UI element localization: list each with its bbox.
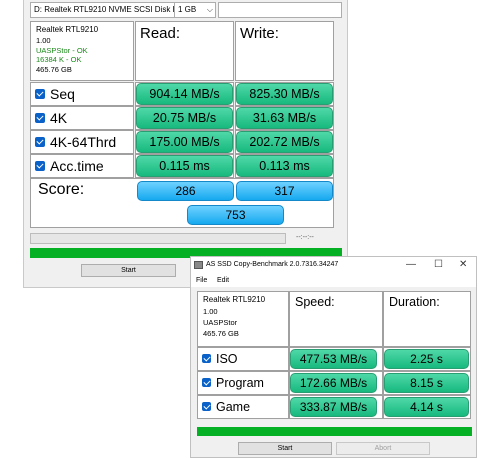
window-title: AS SSD Copy-Benchmark 2.0.7316.34247	[206, 261, 339, 268]
completion-bar	[197, 427, 472, 436]
drive-select-value: D: Realtek RTL9210 NVME SCSI Disk De	[34, 5, 183, 14]
row-acctime-label-cell: Acc.time	[30, 154, 134, 178]
program-duration-value: 8.15 s	[384, 373, 469, 393]
write-header: Write:	[235, 21, 334, 81]
size-select-value: 1 GB	[178, 5, 197, 14]
acctime-checkbox[interactable]	[35, 161, 45, 171]
score-label: Score:	[38, 181, 85, 198]
row-iso-label-cell: ISO	[197, 347, 289, 371]
seq-read-value: 904.14 MB/s	[136, 83, 233, 105]
score-read-value: 286	[137, 181, 234, 201]
menu-bar: File Edit	[191, 275, 476, 287]
drive-version: 1.00	[203, 307, 218, 316]
main-benchmark-window: D: Realtek RTL9210 NVME SCSI Disk De ⌵ 1…	[23, 0, 348, 288]
drive-select[interactable]: D: Realtek RTL9210 NVME SCSI Disk De ⌵	[30, 2, 196, 18]
row-label: Seq	[50, 86, 75, 102]
drive-version: 1.00	[36, 36, 51, 45]
close-icon[interactable]: ✕	[459, 259, 467, 270]
row-label: ISO	[216, 352, 238, 366]
game-duration-value: 4.14 s	[384, 397, 469, 417]
driver-name: UASPStor	[203, 318, 238, 327]
row-4k-label-cell: 4K	[30, 106, 134, 130]
row-program-label-cell: Program	[197, 371, 289, 395]
row-seq-label-cell: Seq	[30, 82, 134, 106]
iso-checkbox[interactable]	[202, 354, 211, 363]
drive-info-panel: Realtek RTL9210 1.00 UASPStor 465.76 GB	[197, 291, 289, 347]
iso-speed-value: 477.53 MB/s	[290, 349, 377, 369]
row-label: Acc.time	[50, 158, 104, 174]
drive-capacity: 465.76 GB	[36, 64, 72, 74]
drive-name: Realtek RTL9210	[203, 295, 266, 304]
score-total-value: 753	[187, 205, 284, 225]
game-checkbox[interactable]	[202, 402, 211, 411]
program-checkbox[interactable]	[202, 378, 211, 387]
duration-header: Duration:	[383, 291, 471, 347]
drive-name: Realtek RTL9210	[36, 25, 99, 34]
alignment-status: 16384 K - OK	[36, 55, 82, 64]
acctime-write-value: 0.113 ms	[236, 155, 333, 177]
elapsed-time: --:--:--	[296, 234, 314, 241]
menu-file[interactable]: File	[196, 277, 207, 284]
blank-input[interactable]	[218, 2, 342, 18]
progress-bar	[30, 233, 286, 244]
read-header: Read:	[135, 21, 234, 81]
row-label: 4K	[50, 110, 68, 126]
4k64-checkbox[interactable]	[35, 137, 45, 147]
4k-read-value: 20.75 MB/s	[136, 107, 233, 129]
drive-info-panel: Realtek RTL9210 1.00 UASPStor - OK 16384…	[30, 21, 134, 81]
row-label: 4K-64Thrd	[50, 134, 117, 150]
row-label: Program	[216, 376, 264, 390]
minimize-icon[interactable]: —	[406, 259, 416, 270]
abort-button[interactable]: Abort	[336, 442, 430, 455]
driver-status: UASPStor - OK	[36, 45, 88, 55]
4k-write-value: 31.63 MB/s	[236, 107, 333, 129]
acctime-read-value: 0.115 ms	[136, 155, 233, 177]
score-write-value: 317	[236, 181, 333, 201]
copy-benchmark-window: AS SSD Copy-Benchmark 2.0.7316.34247 — ☐…	[190, 256, 477, 458]
start-button[interactable]: Start	[81, 264, 176, 277]
maximize-icon[interactable]: ☐	[434, 259, 443, 270]
row-label: Game	[216, 400, 251, 414]
game-speed-value: 333.87 MB/s	[290, 397, 377, 417]
program-speed-value: 172.66 MB/s	[290, 373, 377, 393]
app-icon	[194, 261, 203, 269]
4k64-read-value: 175.00 MB/s	[136, 131, 233, 153]
speed-header: Speed:	[289, 291, 383, 347]
title-bar: AS SSD Copy-Benchmark 2.0.7316.34247 — ☐…	[191, 257, 476, 275]
chevron-down-icon: ⌵	[206, 5, 213, 14]
4k64-write-value: 202.72 MB/s	[236, 131, 333, 153]
seq-write-value: 825.30 MB/s	[236, 83, 333, 105]
seq-checkbox[interactable]	[35, 89, 45, 99]
row-game-label-cell: Game	[197, 395, 289, 419]
drive-capacity: 465.76 GB	[203, 329, 239, 338]
start-button[interactable]: Start	[238, 442, 332, 455]
size-select[interactable]: 1 GB ⌵	[174, 2, 216, 18]
4k-checkbox[interactable]	[35, 113, 45, 123]
menu-edit[interactable]: Edit	[217, 277, 229, 284]
row-4k64-label-cell: 4K-64Thrd	[30, 130, 134, 154]
iso-duration-value: 2.25 s	[384, 349, 469, 369]
